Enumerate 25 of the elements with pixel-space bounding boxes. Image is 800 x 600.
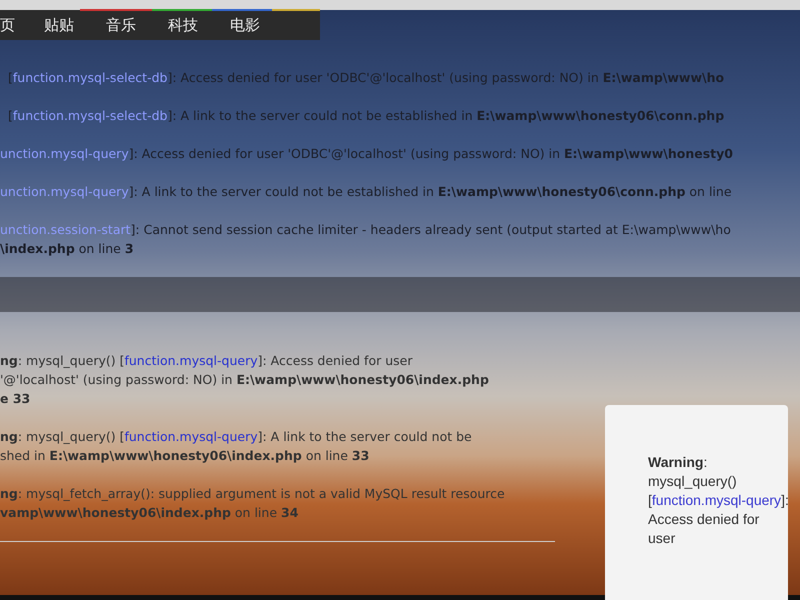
error-line: ng: mysql_fetch_array(): supplied argument is not a valid MySQL result resource (0, 485, 505, 503)
nav-item[interactable]: 页 (0, 16, 28, 34)
nav-item[interactable]: 贴贴 (28, 16, 90, 34)
error-line: ng: mysql_query() [function.mysql-query]: Access denied for user (0, 352, 412, 370)
function-link[interactable]: unction.mysql-query (0, 146, 129, 161)
function-link[interactable]: function.mysql-select-db (12, 70, 168, 85)
error-line: [function.mysql-select-db]: Access denied for user 'ODBC'@'localhost' (using password: NO) in E:\wamp\www\ho (7, 69, 724, 87)
error-line: unction.mysql-query]: A link to the server could not be established in E:\wamp\www\honesty06\conn.php on line (0, 183, 732, 201)
function-link[interactable]: function.mysql-query (124, 353, 258, 368)
error-line: e 33 (0, 390, 30, 408)
function-link[interactable]: function.mysql-query (652, 492, 782, 508)
error-line: [function.mysql-select-db]: A link to the server could not be established in E:\wamp\www\honesty06\conn.php (7, 107, 724, 125)
function-link[interactable]: unction.mysql-query (0, 184, 129, 199)
nav-item[interactable]: 科技 (152, 16, 214, 34)
error-line: '@'localhost' (using password: NO) in E:\wamp\www\honesty06\index.php (0, 371, 489, 389)
function-link[interactable]: function.mysql-query (124, 429, 258, 444)
error-line: unction.session-start]: Cannot send session cache limiter - headers already sent (output started at E:\wamp\www\ho (0, 221, 731, 239)
error-line: vamp\www\honesty06\index.php on line 34 (0, 504, 298, 522)
error-line: \index.php on line 3 (0, 240, 134, 258)
error-line: unction.mysql-query]: Access denied for user 'ODBC'@'localhost' (using password: NO) in E:\wamp\www\honesty0 (0, 145, 733, 163)
error-line: ng: mysql_query() [function.mysql-query]: A link to the server could not be (0, 428, 472, 446)
function-link[interactable]: function.mysql-select-db (12, 108, 168, 123)
nav-item[interactable]: 电影 (214, 16, 276, 34)
error-line: shed in E:\wamp\www\honesty06\index.php on line 33 (0, 447, 370, 465)
nav-item[interactable]: 音乐 (90, 16, 152, 34)
